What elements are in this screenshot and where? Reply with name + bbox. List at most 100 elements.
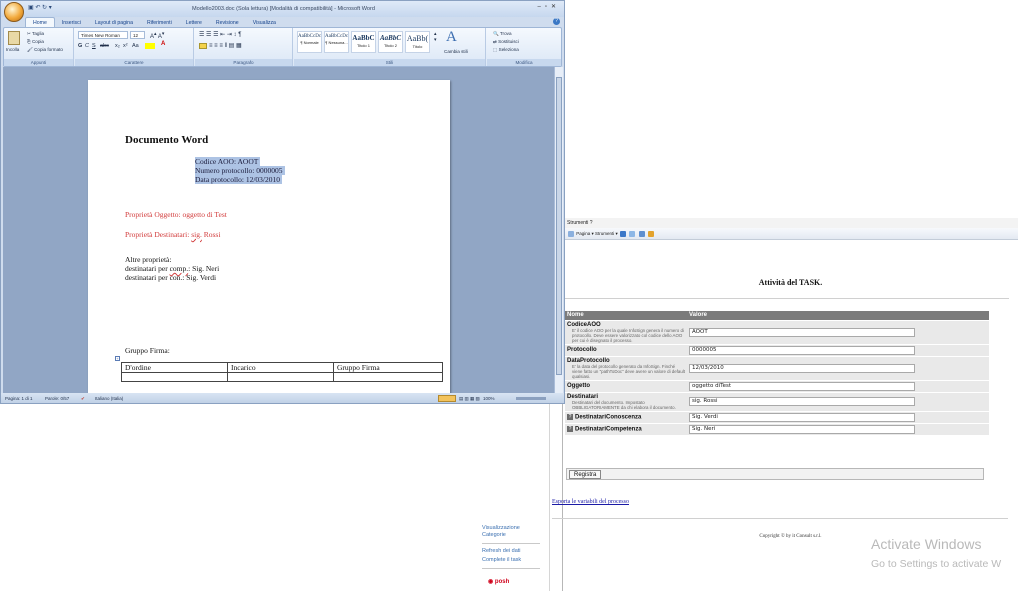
underline-icon[interactable]: S	[92, 43, 96, 49]
posh-logo-text: posh	[494, 579, 510, 585]
table-row: ? DestinatariCompetenza Sig. Neri	[565, 422, 989, 435]
status-page[interactable]: Pagina: 1 di 1	[5, 393, 33, 403]
font-name-select[interactable]: Times New Roman	[78, 31, 128, 39]
vertical-scrollbar[interactable]	[554, 67, 563, 393]
firma-table: D'ordine Incarico Gruppo Firma	[121, 362, 443, 382]
styles-scroll-icon[interactable]: ▴ ▾	[434, 31, 437, 43]
translate-icon[interactable]	[638, 230, 645, 237]
dataprotocollo-input[interactable]: 12/03/2010	[689, 363, 915, 373]
table-cell[interactable]	[227, 372, 334, 382]
sidebar-link-complete[interactable]: Complete il task	[482, 557, 521, 564]
copy-button[interactable]: ⎘ Copia	[27, 39, 44, 44]
cut-button[interactable]: ✂ Taglia	[27, 31, 44, 37]
format-painter-button[interactable]: 🖌 Copia formato	[27, 47, 63, 53]
replace-button[interactable]: ⇄ Sostituisci	[493, 39, 519, 45]
field-name: DestinatariCompetenza	[575, 426, 642, 433]
bullets-icon[interactable]: ☰ ☰ ☰ ⇤ ⇥ ↕ ¶	[199, 31, 241, 38]
align-center-icon[interactable]: ≡ ≡ ≡ ‖ ▤ ▦	[209, 42, 242, 49]
firma-header-incarico[interactable]: Incarico	[227, 362, 334, 373]
view-icons[interactable]: ▤ ▥ ▦ ▧	[459, 393, 480, 403]
close-icon[interactable]: ✕	[551, 4, 560, 10]
field-info-icon[interactable]: ?	[567, 425, 573, 432]
row-value-cell: 12/03/2010	[687, 355, 989, 380]
destinataricompetenza-input[interactable]: Sig. Neri	[689, 424, 915, 434]
select-button[interactable]: ⬚ Seleziona	[493, 47, 519, 53]
tab-home[interactable]: Home	[25, 17, 55, 27]
group-modifica: 🔍 Trova ⇄ Sostituisci ⬚ Seleziona Modifi…	[487, 28, 561, 66]
codiceaoo-input[interactable]: AOOT	[689, 327, 915, 337]
zoom-slider[interactable]	[516, 397, 546, 400]
replace-label: Sostituisci	[498, 39, 519, 44]
dest-comp-abbr: comp.	[169, 264, 189, 273]
table-cell[interactable]	[333, 372, 443, 382]
table-row: D'ordine Incarico Gruppo Firma	[121, 362, 443, 373]
research-icon[interactable]	[629, 230, 636, 237]
style-titolo1[interactable]: AaBbC Titolo 1	[351, 31, 376, 53]
style-nessuna[interactable]: AaBbCcDc ¶ Nessuna...	[324, 31, 349, 53]
page-icon[interactable]	[568, 230, 574, 237]
font-size-select[interactable]: 12	[130, 31, 145, 39]
oggetto-input[interactable]: oggetto diTest	[689, 381, 915, 391]
command-pagina-strumenti[interactable]: Pagina ▾ Strumenti ▾	[576, 231, 618, 236]
table-row: ? DestinatariConoscenza Sig. Verdi	[565, 410, 989, 423]
proofing-icon[interactable]: ✔	[81, 393, 85, 403]
activate-windows-subtitle: Go to Settings to activate W	[871, 558, 1002, 570]
highlight-icon[interactable]	[145, 43, 155, 49]
registra-button[interactable]: Registra	[569, 470, 602, 479]
help-icon[interactable]	[620, 230, 627, 237]
document-page[interactable]: Documento Word Codice AOO: AOOT Numero p…	[88, 80, 450, 403]
incolla-button[interactable]: Incolla	[6, 47, 19, 52]
title-bar: Modello2003.doc (Sola lettura) [Modalità…	[1, 1, 564, 17]
italic-icon[interactable]: C	[85, 43, 89, 49]
status-words[interactable]: Parole: 0/57	[45, 393, 69, 403]
ribbon: Incolla ✂ Taglia ⎘ Copia 🖌 Copia formato…	[3, 27, 562, 67]
help-icon[interactable]: ?	[553, 18, 560, 25]
status-language[interactable]: Italiano (Italia)	[95, 393, 123, 403]
paste-icon[interactable]	[8, 31, 20, 45]
style-titolo[interactable]: AaBb(Titolo	[405, 31, 430, 53]
font-color-icon[interactable]: A	[161, 41, 165, 47]
group-paragrafo: ☰ ☰ ☰ ⇤ ⇥ ↕ ¶ ≡ ≡ ≡ ‖ ▤ ▦ Paragrafo	[195, 28, 293, 66]
field-info-icon[interactable]: ?	[567, 413, 573, 420]
protocollo-input[interactable]: 0000005	[689, 345, 915, 355]
sidebar-link-visualizzazione[interactable]: Visualizzazione	[482, 525, 520, 532]
prop-destinatari-prefix: Proprietà Destinatari:	[125, 230, 192, 239]
bold-icon[interactable]: G	[78, 43, 82, 49]
destinatariconoscenza-input[interactable]: Sig. Verdi	[689, 412, 915, 422]
table-move-handle-icon[interactable]: +	[115, 356, 120, 361]
scrollbar-thumb[interactable]	[556, 77, 562, 375]
find-button[interactable]: 🔍 Trova	[493, 31, 512, 37]
undo-icon[interactable]: ↶	[35, 5, 40, 11]
print-layout-view-icon[interactable]	[438, 395, 456, 402]
sidebar-link-refresh[interactable]: Refresh dei dati	[482, 548, 521, 555]
style-titolo2[interactable]: AaBbC Titolo 2	[378, 31, 403, 53]
strikethrough-icon[interactable]: abc	[100, 43, 109, 49]
customize-qat-icon[interactable]: ▾	[49, 5, 52, 11]
change-case-icon[interactable]: Aa	[132, 43, 139, 49]
grow-font-icon[interactable]: A▴ A▾	[150, 31, 164, 40]
document-area: Documento Word Codice AOO: AOOT Numero p…	[3, 67, 554, 403]
window-controls: –▫✕	[537, 3, 560, 10]
minimize-icon[interactable]: –	[537, 4, 544, 10]
menu-strumenti[interactable]: Strumenti ?	[567, 220, 593, 226]
export-variables-link[interactable]: Esporta le variabili del processo	[552, 499, 629, 505]
redo-icon[interactable]: ↻	[42, 5, 47, 11]
status-zoom[interactable]: 100%	[483, 393, 495, 403]
table-row: DataProtocollo E' la data del protocollo…	[565, 355, 989, 380]
style-normale[interactable]: AaBbCcDc ¶ Normale	[297, 31, 322, 53]
subscript-icon[interactable]: x₂	[115, 43, 120, 49]
addon-icon[interactable]	[647, 230, 654, 237]
change-styles-button[interactable]: Cambia stili	[444, 49, 468, 54]
change-styles-icon[interactable]: A	[446, 29, 457, 46]
group-label-modifica: Modifica	[487, 59, 561, 66]
superscript-icon[interactable]: x²	[123, 43, 128, 49]
save-icon[interactable]: ▣	[28, 5, 34, 11]
sidebar-link-categorie[interactable]: Categorie	[482, 532, 506, 539]
destinatari-input[interactable]: sig. Rossi	[689, 397, 915, 406]
office-button-icon[interactable]	[4, 2, 24, 22]
firma-header-gruppo[interactable]: Gruppo Firma	[333, 362, 443, 373]
table-cell[interactable]	[121, 372, 228, 382]
align-left-icon[interactable]	[199, 43, 207, 49]
prop-destinatari-line: Proprietà Destinatari: sig. Rossi	[125, 230, 220, 239]
firma-header-dordine[interactable]: D'ordine	[121, 362, 228, 373]
